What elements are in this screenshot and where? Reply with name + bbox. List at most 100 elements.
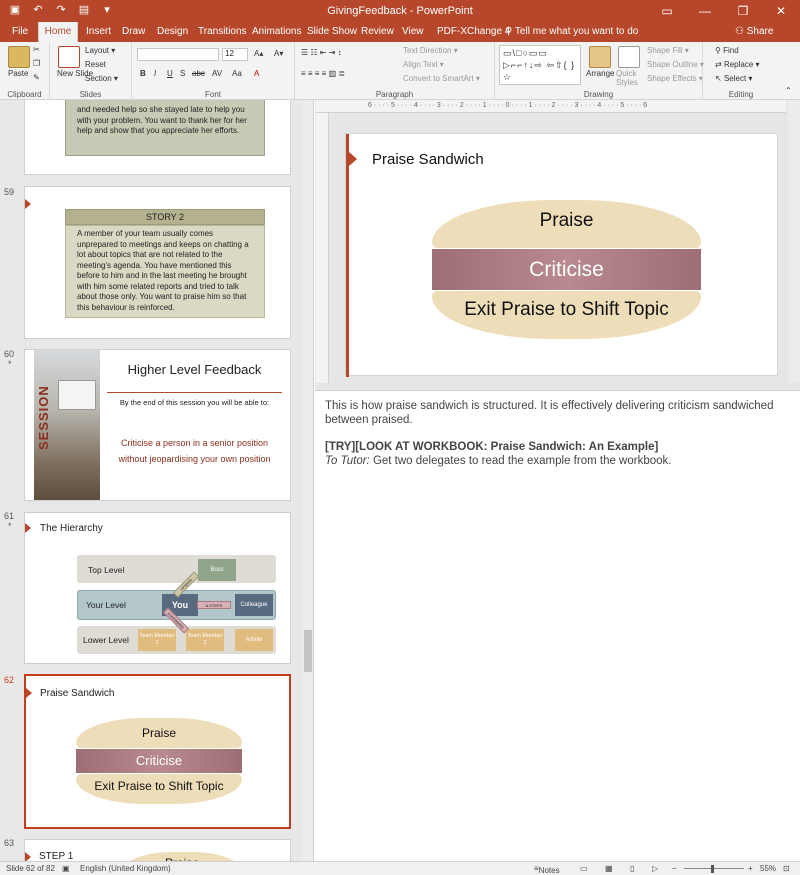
- thumbnail-slide-63[interactable]: STEP 1 Praise: [24, 839, 291, 861]
- tab-home[interactable]: Home: [38, 22, 78, 42]
- slide-title[interactable]: Praise Sandwich: [372, 151, 484, 168]
- scrollbar-thumb[interactable]: [304, 630, 312, 672]
- ribbon-display-icon[interactable]: ▭: [648, 0, 686, 22]
- smartart-button[interactable]: Convert to SmartArt ▾: [403, 74, 480, 83]
- layout-button[interactable]: Layout ▾: [85, 46, 115, 55]
- grow-font-icon[interactable]: A▴: [254, 49, 263, 58]
- bullets-icon[interactable]: ☰ ☷ ⇤ ⇥ ↕: [301, 48, 342, 57]
- share-button[interactable]: ⚇ Share: [735, 22, 773, 42]
- story-text: A member of your team usually comes unpr…: [65, 225, 265, 318]
- zoom-slider-thumb[interactable]: [711, 865, 714, 873]
- copy-icon[interactable]: ❐: [33, 59, 40, 68]
- tab-pdf-xchange[interactable]: PDF-XChange 4: [437, 22, 510, 42]
- underline-button[interactable]: U: [167, 69, 173, 78]
- shape-effects-button[interactable]: Shape Effects ▾: [647, 74, 703, 83]
- praise-bun-bottom[interactable]: Exit Praise to Shift Topic: [432, 291, 701, 339]
- criticise-filling: Criticise: [76, 749, 242, 773]
- notes-line: This is how praise sandwich is structure…: [325, 400, 774, 426]
- normal-view-icon[interactable]: ▭: [580, 864, 588, 873]
- criticise-filling[interactable]: Criticise: [432, 249, 701, 290]
- thumbnail-slide-59[interactable]: STORY 2 A member of your team usually co…: [24, 186, 291, 339]
- notes-tutor-line: To Tutor: Get two delegates to read the …: [325, 455, 672, 467]
- shape-fill-button[interactable]: Shape Fill ▾: [647, 46, 689, 55]
- tab-draw[interactable]: Draw: [122, 22, 145, 42]
- change-case-button[interactable]: Aa: [232, 69, 242, 78]
- quick-styles-button[interactable]: Quick Styles: [616, 69, 646, 87]
- tab-insert[interactable]: Insert: [86, 22, 111, 42]
- format-painter-icon[interactable]: ✎: [33, 73, 40, 82]
- collapse-ribbon-icon[interactable]: ⌃: [785, 86, 792, 95]
- slide-sorter-icon[interactable]: ▦: [605, 864, 613, 873]
- new-slide-icon[interactable]: [58, 46, 80, 68]
- find-button[interactable]: ⚲ Find: [715, 46, 739, 55]
- objective-line-2: without jeopardising your own position: [118, 454, 271, 464]
- shapes-gallery[interactable]: ▭\□○▭▭ ▷⌐⌐↑↓⇨ ⇦⇧{ }☆: [499, 45, 581, 85]
- align-text-button[interactable]: Align Text ▾: [403, 60, 444, 69]
- restore-button[interactable]: ❐: [724, 0, 762, 22]
- char-spacing-button[interactable]: AV: [212, 69, 222, 78]
- tab-review[interactable]: Review: [361, 22, 394, 42]
- slideshow-icon[interactable]: ▷: [652, 864, 658, 873]
- align-icons[interactable]: ≡ ≡ ≡ ≡ ▥ ≣: [301, 69, 345, 78]
- shape-outline-button[interactable]: Shape Outline ▾: [647, 60, 704, 69]
- reset-button[interactable]: Reset: [85, 60, 106, 69]
- team-member-2-box: Team Member 2: [186, 629, 224, 651]
- tab-slide-show[interactable]: Slide Show: [307, 22, 357, 42]
- replace-button[interactable]: ⇄ Replace ▾: [715, 60, 760, 69]
- thumbnail-scrollbar[interactable]: [302, 100, 314, 861]
- font-name-box[interactable]: [137, 48, 219, 61]
- tab-view[interactable]: View: [402, 22, 424, 42]
- thumbnail-slide-60[interactable]: SESSION Higher Level Feedback By the end…: [24, 349, 291, 501]
- lower-level-label: Lower Level: [83, 635, 129, 645]
- zoom-level[interactable]: 55%: [760, 864, 776, 873]
- thumbnail-slide-61[interactable]: The Hierarchy Top Level Your Level Lower…: [24, 512, 291, 664]
- thumbnail-slide-58[interactable]: and needed help so she stayed late to he…: [24, 100, 291, 175]
- zoom-slider[interactable]: [684, 868, 744, 869]
- cut-icon[interactable]: ✂: [33, 45, 40, 54]
- tab-file[interactable]: File: [12, 22, 28, 42]
- slide-accent-marker: [25, 523, 31, 533]
- strikethrough-button[interactable]: abc: [192, 69, 205, 78]
- thumbnail-slide-62[interactable]: Praise Sandwich Praise Criticise Exit Pr…: [24, 674, 291, 829]
- slide-scrollbar[interactable]: [788, 100, 800, 383]
- paste-button[interactable]: Paste: [8, 69, 28, 78]
- section-button[interactable]: Section ▾: [85, 74, 118, 83]
- paste-icon[interactable]: [8, 46, 30, 68]
- font-color-button[interactable]: A: [254, 69, 259, 78]
- notes-toggle[interactable]: ≡ Notes: [534, 864, 560, 875]
- fit-to-window-icon[interactable]: ⊡: [783, 864, 790, 873]
- current-slide[interactable]: Praise Sandwich Praise Criticise Exit Pr…: [345, 133, 778, 377]
- minimize-button[interactable]: —: [686, 0, 724, 22]
- projector-screen-image: [58, 380, 96, 410]
- shrink-font-icon[interactable]: A▾: [274, 49, 283, 58]
- tab-animations[interactable]: Animations: [252, 22, 301, 42]
- spelling-icon[interactable]: ▣: [62, 864, 70, 873]
- arrange-button[interactable]: Arrange: [586, 69, 614, 78]
- arrange-icon[interactable]: [589, 46, 611, 68]
- praise-bun-bottom: Exit Praise to Shift Topic: [76, 774, 242, 804]
- quick-styles-icon[interactable]: [618, 46, 640, 68]
- tell-me-box[interactable]: ⚲ Tell me what you want to do: [505, 22, 638, 42]
- speaker-notes[interactable]: This is how praise sandwich is structure…: [315, 390, 800, 861]
- zoom-in-button[interactable]: +: [748, 864, 753, 873]
- ribbon: Paste ✂ ❐ ✎ Clipboard New Slide Layout ▾…: [0, 42, 800, 100]
- slide-number: 62: [4, 675, 15, 685]
- shadow-button[interactable]: S: [180, 69, 185, 78]
- select-button[interactable]: ↖ Select ▾: [715, 74, 752, 83]
- slide-counter: Slide 62 of 82: [6, 864, 55, 873]
- text-direction-button[interactable]: Text Direction ▾: [403, 46, 458, 55]
- praise-bun-top: Praise: [76, 718, 242, 748]
- steps-arrow: A STEPS: [197, 601, 231, 609]
- boss-box: Boss: [198, 559, 236, 581]
- italic-button[interactable]: I: [154, 69, 156, 78]
- reading-view-icon[interactable]: ▯: [630, 864, 634, 873]
- tab-transitions[interactable]: Transitions: [198, 22, 247, 42]
- praise-bun-top[interactable]: Praise: [432, 200, 701, 248]
- tab-design[interactable]: Design: [157, 22, 188, 42]
- team-member-1-box: Team Member 1: [138, 629, 176, 651]
- close-button[interactable]: ✕: [762, 0, 800, 22]
- language-indicator[interactable]: English (United Kingdom): [80, 864, 171, 873]
- zoom-out-button[interactable]: −: [672, 864, 677, 873]
- font-size-box[interactable]: 12: [222, 48, 248, 61]
- bold-button[interactable]: B: [140, 69, 146, 78]
